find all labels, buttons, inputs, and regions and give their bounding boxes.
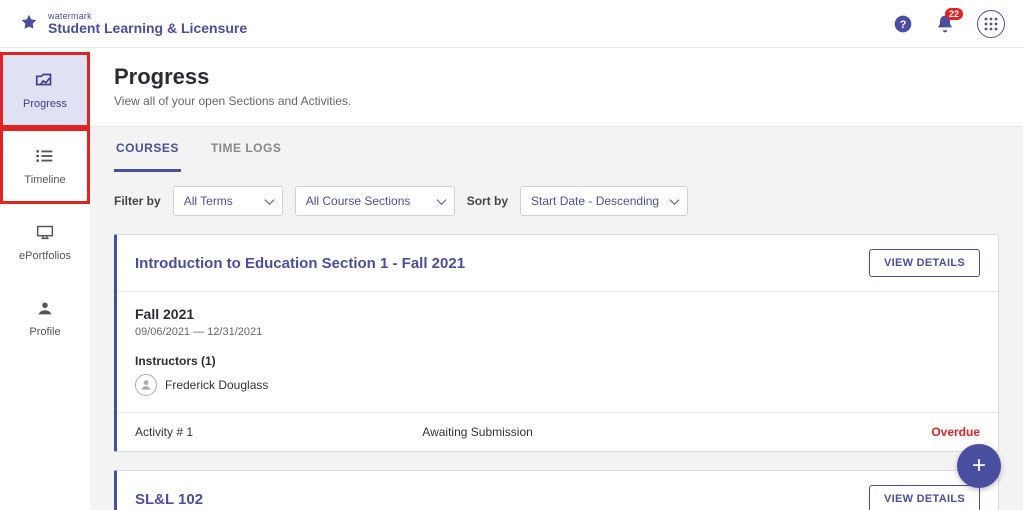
view-details-button[interactable]: VIEW DETAILS	[869, 485, 980, 510]
tab-timelogs[interactable]: TIME LOGS	[209, 127, 284, 172]
view-details-button[interactable]: VIEW DETAILS	[869, 249, 980, 277]
instructor-row: Frederick Douglass	[135, 374, 980, 396]
tab-courses[interactable]: COURSES	[114, 127, 181, 172]
app-header: watermark Student Learning & Licensure ?…	[0, 0, 1023, 48]
activity-status: Awaiting Submission	[422, 425, 760, 439]
sort-by-label: Sort by	[467, 194, 508, 208]
term-dates: 09/06/2021 — 12/31/2021	[135, 326, 980, 338]
activity-name: Activity # 1	[135, 425, 422, 439]
activity-flag: Overdue	[760, 425, 980, 439]
progress-icon	[34, 71, 56, 92]
notifications-icon[interactable]: 22	[935, 14, 955, 34]
filter-bar: Filter by All Terms All Course Sections …	[90, 172, 1023, 234]
filter-by-label: Filter by	[114, 194, 161, 208]
tab-bar: COURSES TIME LOGS	[90, 126, 1023, 172]
avatar-icon	[135, 374, 157, 396]
filter-term-dropdown[interactable]: All Terms	[173, 186, 283, 216]
help-icon[interactable]: ?	[893, 14, 913, 34]
card-footer: Activity # 1 Awaiting Submission Overdue	[117, 412, 998, 451]
course-card: SL&L 102 VIEW DETAILS	[114, 470, 999, 510]
brand-main: Student Learning & Licensure	[48, 21, 247, 35]
instructors-label: Instructors (1)	[135, 354, 980, 368]
notification-badge: 22	[945, 8, 963, 21]
content-area: Introduction to Education Section 1 - Fa…	[90, 234, 1023, 510]
brand-text: watermark Student Learning & Licensure	[48, 12, 247, 35]
profile-icon	[34, 299, 56, 320]
brand-icon	[18, 13, 40, 35]
apps-icon[interactable]	[977, 10, 1005, 38]
sidebar-item-eportfolios[interactable]: ePortfolios	[0, 204, 90, 280]
plus-icon: +	[972, 452, 986, 480]
term-name: Fall 2021	[135, 306, 980, 322]
sort-dropdown[interactable]: Start Date - Descending	[520, 186, 688, 216]
sidebar-item-timeline[interactable]: Timeline	[0, 128, 90, 204]
instructor-name: Frederick Douglass	[165, 378, 268, 392]
eportfolios-icon	[34, 223, 56, 244]
add-fab[interactable]: +	[957, 444, 1001, 488]
sidebar: Progress Timeline ePortfolios Profile	[0, 48, 90, 510]
card-title: Introduction to Education Section 1 - Fa…	[135, 255, 465, 272]
page-head: Progress View all of your open Sections …	[90, 48, 1023, 126]
timeline-icon	[34, 147, 56, 168]
card-head: Introduction to Education Section 1 - Fa…	[117, 235, 998, 292]
sidebar-item-progress[interactable]: Progress	[0, 52, 90, 128]
sidebar-item-profile[interactable]: Profile	[0, 280, 90, 356]
page-subtitle: View all of your open Sections and Activ…	[114, 94, 999, 108]
sidebar-item-label: ePortfolios	[19, 250, 71, 262]
sidebar-item-label: Profile	[29, 326, 60, 338]
card-body: Fall 2021 09/06/2021 — 12/31/2021 Instru…	[117, 292, 998, 412]
course-card: Introduction to Education Section 1 - Fa…	[114, 234, 999, 452]
card-head: SL&L 102 VIEW DETAILS	[117, 471, 998, 510]
main: Progress View all of your open Sections …	[90, 48, 1023, 510]
page-title: Progress	[114, 64, 999, 90]
svg-text:?: ?	[900, 19, 907, 31]
sidebar-item-label: Progress	[23, 98, 67, 110]
filter-section-dropdown[interactable]: All Course Sections	[295, 186, 455, 216]
sidebar-item-label: Timeline	[24, 174, 65, 186]
brand: watermark Student Learning & Licensure	[18, 12, 247, 35]
header-actions: ? 22	[893, 10, 1005, 38]
card-title: SL&L 102	[135, 491, 203, 508]
